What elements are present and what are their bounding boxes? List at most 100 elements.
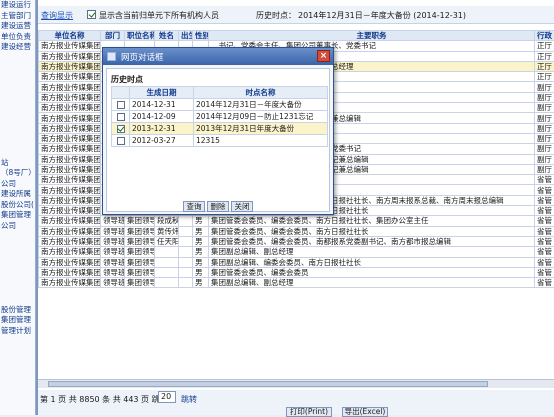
- table-cell: 省管: [535, 267, 554, 277]
- left-nav-item[interactable]: （8号厂）: [0, 168, 35, 179]
- col-unit-name[interactable]: 单位名称: [39, 31, 101, 41]
- table-cell: 男: [193, 267, 209, 277]
- table-cell: 南方报业传媒集团: [39, 164, 101, 174]
- left-nav-item[interactable]: [0, 53, 35, 64]
- include-sub-units-checkbox[interactable]: [87, 10, 96, 19]
- dialog-delete-button[interactable]: 删除: [207, 201, 229, 212]
- table-cell: [179, 226, 193, 236]
- table-cell: 副厅: [535, 103, 554, 113]
- left-nav-item[interactable]: [0, 95, 35, 106]
- left-nav-item[interactable]: 公司: [0, 179, 35, 190]
- table-cell: 集团领导: [125, 226, 155, 236]
- table-cell: [179, 236, 193, 246]
- table-row[interactable]: 南方报业传媒集团领导班子集团领导段成秋男集团管委会委员、编委会委员、南方日报社社…: [39, 216, 554, 226]
- left-nav-item[interactable]: [0, 137, 35, 148]
- left-nav-item[interactable]: [0, 273, 35, 284]
- left-nav-item[interactable]: [0, 252, 35, 263]
- table-cell: 省管: [535, 226, 554, 236]
- col-admin-level[interactable]: 行政: [535, 31, 554, 41]
- page-number-input[interactable]: 20: [158, 391, 176, 403]
- export-button[interactable]: 导出(Excel): [342, 407, 388, 417]
- table-cell: 集团领导: [125, 236, 155, 246]
- table-cell: 南方报业传媒集团: [39, 144, 101, 154]
- left-nav-item[interactable]: [0, 263, 35, 274]
- left-nav-item[interactable]: 股份管理: [0, 305, 35, 316]
- dialog-titlebar[interactable]: 网页对话框 ×: [103, 48, 333, 65]
- table-row[interactable]: 南方报业传媒集团领导班子集团领导男集团副总编辑、副总经理省管: [39, 247, 554, 257]
- left-nav-item[interactable]: [0, 147, 35, 158]
- left-nav-item[interactable]: 管理计划: [0, 326, 35, 337]
- left-nav-item[interactable]: [0, 126, 35, 137]
- dialog-col-date: 生成日期: [130, 87, 194, 99]
- left-nav-item[interactable]: [0, 74, 35, 85]
- page-go-button[interactable]: 跳转: [181, 394, 197, 405]
- table-cell: 南方报业传媒集团: [39, 133, 101, 143]
- left-nav-item[interactable]: 站: [0, 158, 35, 169]
- table-cell: 省管: [535, 175, 554, 185]
- horizontal-scrollbar[interactable]: [38, 379, 554, 388]
- left-nav-item[interactable]: [0, 231, 35, 242]
- left-nav-item[interactable]: [0, 284, 35, 295]
- left-nav-item[interactable]: 建设所属: [0, 189, 35, 200]
- col-main-duty[interactable]: 主要职务: [209, 31, 535, 41]
- left-nav-item[interactable]: [0, 294, 35, 305]
- query-display-link[interactable]: 查询显示: [41, 10, 73, 21]
- table-row[interactable]: 南方报业传媒集团领导班子集团领导黄传炜男集团管委会委员、编委会委员、南方日报社社…: [39, 226, 554, 236]
- left-nav-item[interactable]: 公司: [0, 221, 35, 232]
- left-nav-item[interactable]: [0, 105, 35, 116]
- table-cell: 集团副总编辑、编委会委员、南方日报社社长: [209, 257, 535, 267]
- table-cell: [179, 257, 193, 267]
- table-cell: 领导班子: [101, 267, 125, 277]
- col-birth[interactable]: 出生: [179, 31, 193, 41]
- col-position[interactable]: 职位名称: [125, 31, 155, 41]
- history-point-row[interactable]: 2013-12-312013年12月31日年度大备份: [112, 123, 328, 135]
- table-cell: 南方报业传媒集团: [39, 113, 101, 123]
- left-nav-item[interactable]: 股份公司(: [0, 200, 35, 211]
- left-nav-item[interactable]: 建设运营: [0, 21, 35, 32]
- left-nav-item[interactable]: 建设运行: [0, 0, 35, 11]
- col-name[interactable]: 姓名: [155, 31, 179, 41]
- left-nav-item[interactable]: 建设经营: [0, 42, 35, 53]
- left-nav-item[interactable]: [0, 242, 35, 253]
- col-gender[interactable]: 性别: [193, 31, 209, 41]
- left-nav-item[interactable]: [0, 63, 35, 74]
- table-row[interactable]: 南方报业传媒集团领导班子集团领导男集团副总编辑、副总经理省管: [39, 278, 554, 288]
- history-point-row[interactable]: 2014-12-312014年12月31日－年度大备份: [112, 99, 328, 111]
- history-select-cell: [112, 135, 130, 147]
- table-cell: 集团领导: [125, 267, 155, 277]
- dialog-query-button[interactable]: 查询: [183, 201, 205, 212]
- left-nav-item[interactable]: [0, 116, 35, 127]
- table-cell: 集团领导: [125, 216, 155, 226]
- table-cell: 正厅: [535, 51, 554, 61]
- left-nav-item[interactable]: 集团管理: [0, 315, 35, 326]
- history-row-checkbox[interactable]: [117, 113, 125, 121]
- table-row[interactable]: 南方报业传媒集团领导班子集团领导男集团副总编辑、编委会委员、南方日报社社长省管: [39, 257, 554, 267]
- table-cell: [155, 257, 179, 267]
- history-date-cell: 2014-12-09: [130, 111, 194, 123]
- table-cell: 副厅: [535, 154, 554, 164]
- print-button[interactable]: 打印(Print): [286, 407, 332, 417]
- history-row-checkbox[interactable]: [117, 137, 125, 145]
- table-cell: 男: [193, 247, 209, 257]
- table-cell: 南方报业传媒集团: [39, 123, 101, 133]
- table-cell: 男: [193, 257, 209, 267]
- table-cell: 男: [193, 278, 209, 288]
- table-cell: 南方报业传媒集团: [39, 92, 101, 102]
- col-department[interactable]: 部门: [101, 31, 125, 41]
- history-point-label: 历史时点：: [256, 10, 296, 21]
- table-cell: 南方报业传媒集团: [39, 247, 101, 257]
- left-nav-item[interactable]: 单位负责: [0, 32, 35, 43]
- left-nav-item[interactable]: [0, 84, 35, 95]
- close-icon[interactable]: ×: [317, 50, 330, 62]
- history-point-row[interactable]: 2014-12-092014年12月09日－防止1231忘记: [112, 111, 328, 123]
- history-row-checkbox[interactable]: [117, 101, 125, 109]
- table-row[interactable]: 南方报业传媒集团领导班子集团领导任天阳男集团管委会委员、编委会委员、南都报系党委…: [39, 236, 554, 246]
- left-nav-item[interactable]: 集团管理: [0, 210, 35, 221]
- history-point-row[interactable]: 2012-03-2712315: [112, 135, 328, 147]
- history-row-checkbox[interactable]: [117, 125, 125, 133]
- left-nav-item[interactable]: 主管部门: [0, 11, 35, 22]
- dialog-close-button[interactable]: 关闭: [231, 201, 253, 212]
- table-cell: 南方报业传媒集团: [39, 216, 101, 226]
- table-row[interactable]: 南方报业传媒集团领导班子集团领导男集团管委会委员、编委会委员省管: [39, 267, 554, 277]
- scrollbar-thumb[interactable]: [48, 381, 488, 387]
